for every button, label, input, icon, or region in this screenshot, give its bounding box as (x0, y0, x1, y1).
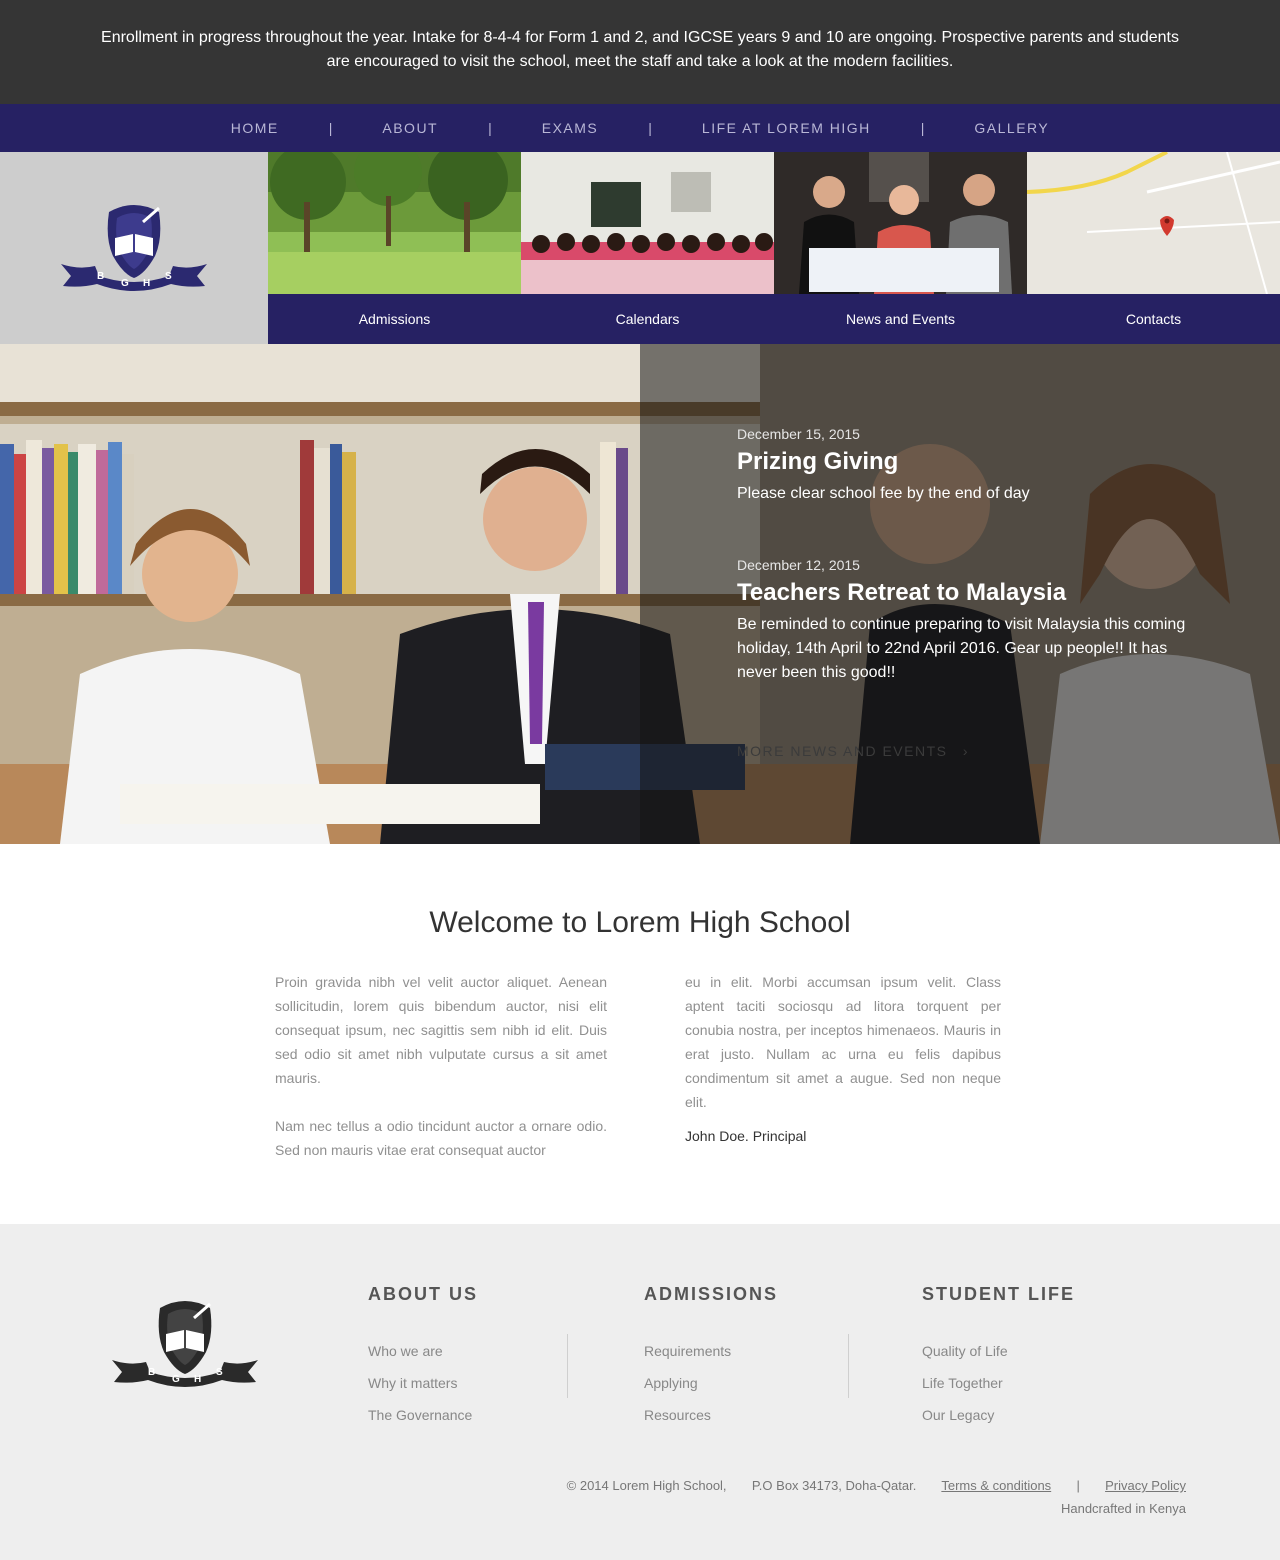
announcement-text: Enrollment in progress throughout the ye… (101, 29, 1179, 70)
welcome-paragraph: Proin gravida nibh vel velit auctor aliq… (275, 974, 607, 1086)
footer-divider (567, 1334, 568, 1398)
footer-link-who-we-are[interactable]: Who we are (368, 1335, 478, 1367)
nav-about[interactable]: ABOUT (382, 120, 438, 136)
nav-home[interactable]: HOME (231, 120, 279, 136)
students-photo (521, 152, 774, 294)
footer-link-life-together[interactable]: Life Together (922, 1367, 1075, 1399)
copyright-text: © 2014 Lorem High School, (566, 1478, 727, 1493)
crest-letter: G (172, 1374, 180, 1385)
news-body: Please clear school fee by the end of da… (737, 485, 1030, 502)
crest-letter: B (97, 271, 104, 282)
news-body: Be reminded to continue preparing to vis… (737, 616, 1186, 681)
news-date: December 15, 2015 (737, 426, 860, 442)
news-title[interactable]: Prizing Giving (737, 448, 1197, 476)
news-item[interactable]: December 12, 2015 Teachers Retreat to Ma… (737, 557, 1197, 685)
nav-separator: | (648, 120, 652, 136)
tile-label: Admissions (268, 294, 521, 344)
news-date: December 12, 2015 (737, 557, 860, 573)
crest-letter: G (121, 278, 129, 289)
crest-icon: B G H S (112, 1301, 258, 1387)
tile-contacts[interactable]: Contacts (1027, 152, 1280, 344)
campus-photo (268, 152, 521, 294)
crest-letter: S (216, 1367, 223, 1378)
tile-label: Contacts (1027, 294, 1280, 344)
nav-separator: | (920, 120, 925, 136)
tile-calendars[interactable]: Calendars (521, 152, 774, 344)
welcome-paragraph: Nam nec tellus a odio tincidunt auctor a… (275, 1118, 607, 1158)
news-item[interactable]: December 15, 2015 Prizing Giving Please … (737, 426, 1197, 506)
footer-heading: ABOUT US (368, 1284, 478, 1304)
crest-icon: B G H S (61, 205, 207, 291)
more-news-link[interactable]: MORE NEWS AND EVENTS › (737, 743, 969, 759)
tile-news-and-events[interactable]: News and Events (774, 152, 1027, 344)
footer-heading: ADMISSIONS (644, 1284, 779, 1304)
more-news-label: MORE NEWS AND EVENTS (737, 743, 948, 759)
tile-admissions[interactable]: Admissions (268, 152, 521, 344)
footer-link-why-it-matters[interactable]: Why it matters (368, 1367, 478, 1399)
news-title[interactable]: Teachers Retreat to Malaysia (737, 579, 1197, 607)
footer-heading: STUDENT LIFE (922, 1284, 1075, 1304)
crest-letter: H (143, 278, 150, 289)
award-photo (774, 152, 1027, 294)
crest-letter: B (148, 1367, 155, 1378)
welcome-column-right: eu in elit. Morbi accumsan ipsum velit. … (685, 970, 1001, 1114)
nav-separator: | (328, 120, 333, 136)
welcome-title: Welcome to Lorem High School (429, 906, 851, 939)
crafted-text: Handcrafted in Kenya (1060, 1501, 1186, 1516)
footer-column-admissions: ADMISSIONS Requirements Applying Resourc… (644, 1284, 778, 1431)
school-logo[interactable]: B G H S (0, 152, 268, 344)
principal-signature: John Doe. Principal (685, 1128, 807, 1144)
hero-news: December 15, 2015 Prizing Giving Please … (0, 344, 1280, 844)
privacy-link[interactable]: Privacy Policy (1105, 1478, 1186, 1493)
footer-link-quality-of-life[interactable]: Quality of Life (922, 1335, 1075, 1367)
nav-exams[interactable]: EXAMS (542, 120, 599, 136)
terms-link[interactable]: Terms & conditions (941, 1478, 1051, 1493)
welcome-column-left: Proin gravida nibh vel velit auctor aliq… (275, 970, 607, 1162)
crest-letter: S (165, 271, 172, 282)
nav-separator: | (488, 120, 492, 136)
footer-link-the-governance[interactable]: The Governance (368, 1399, 478, 1431)
legal-divider: | (1076, 1478, 1080, 1493)
main-nav: HOME | ABOUT | EXAMS | LIFE AT LOREM HIG… (0, 104, 1280, 152)
tile-label: Calendars (521, 294, 774, 344)
address-text: P.O Box 34173, Doha-Qatar. (751, 1478, 917, 1493)
nav-life-at-lorem-high[interactable]: LIFE AT LOREM HIGH (702, 120, 871, 136)
footer-link-our-legacy[interactable]: Our Legacy (922, 1399, 1075, 1431)
footer-legal: © 2014 Lorem High School, P.O Box 34173,… (567, 1478, 1186, 1516)
announcement-bar: Enrollment in progress throughout the ye… (0, 0, 1280, 104)
chevron-right-icon: › (962, 743, 970, 759)
quick-links: B G H S Admissions Calendars News and Ev… (0, 152, 1280, 344)
footer-link-resources[interactable]: Resources (644, 1399, 778, 1431)
tile-label: News and Events (774, 294, 1027, 344)
footer-link-applying[interactable]: Applying (644, 1367, 778, 1399)
footer-link-requirements[interactable]: Requirements (644, 1335, 778, 1367)
footer-column-student-life: STUDENT LIFE Quality of Life Life Togeth… (922, 1284, 1075, 1431)
footer-divider (848, 1334, 849, 1398)
footer: B G H S ABOUT US Who we are Why it matte… (0, 1224, 1280, 1560)
map-image (1027, 152, 1280, 294)
welcome-paragraph: eu in elit. Morbi accumsan ipsum velit. … (685, 974, 1001, 1110)
footer-column-about-us: ABOUT US Who we are Why it matters The G… (368, 1284, 478, 1431)
footer-logo[interactable]: B G H S (110, 1294, 260, 1399)
crest-letter: H (194, 1374, 201, 1385)
nav-gallery[interactable]: GALLERY (974, 120, 1049, 136)
